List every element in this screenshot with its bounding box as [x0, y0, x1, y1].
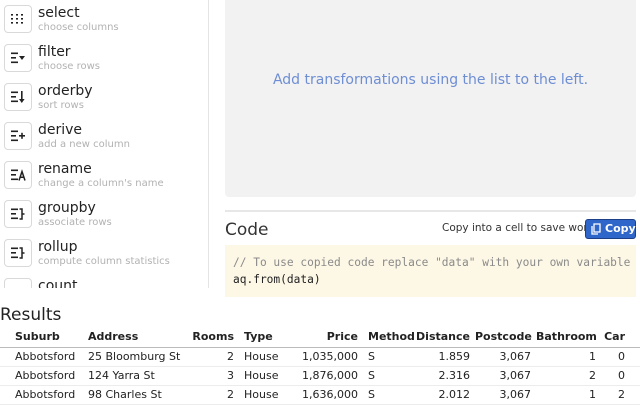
column-header-type[interactable]: Type: [244, 330, 273, 343]
column-header-postcode[interactable]: Postcode: [475, 330, 532, 343]
cell-rooms: 3: [227, 369, 234, 382]
cell-method: S: [368, 388, 375, 401]
column-header-price[interactable]: Price: [300, 330, 358, 343]
column-header-address[interactable]: Address: [88, 330, 138, 343]
cell-price: 1,035,000: [302, 350, 358, 363]
cell-type: House: [244, 350, 279, 363]
cell-distance: 2.316: [438, 369, 471, 382]
code-line: aq.from(data): [233, 273, 321, 286]
cell-distance: 2.012: [438, 388, 471, 401]
count-icon: [4, 278, 32, 288]
transformations-panel: Add transformations using the list to th…: [225, 0, 636, 197]
operation-name: groupby: [38, 200, 96, 216]
cell-rooms: 2: [227, 350, 234, 363]
cell-car: 0: [618, 369, 625, 382]
table-row: Abbotsford 25 Bloomburg St 2 House 1,035…: [0, 347, 640, 367]
operation-count[interactable]: count: [0, 273, 208, 288]
cell-type: House: [244, 388, 279, 401]
table-row: Abbotsford 124 Yarra St 3 House 1,876,00…: [0, 366, 640, 386]
operation-orderby[interactable]: orderby sort rows: [0, 78, 208, 117]
operation-rollup[interactable]: rollup compute column statistics: [0, 234, 208, 273]
table-header-row: Suburb Address Rooms Type Price Method D…: [0, 327, 640, 348]
filter-icon: [4, 44, 32, 72]
operation-name: count: [38, 278, 78, 288]
operation-description: change a column's name: [38, 178, 164, 189]
operation-name: select: [38, 5, 80, 21]
groupby-icon: [4, 200, 32, 228]
copy-icon: [590, 223, 603, 241]
copy-hint: Copy into a cell to save work: [442, 222, 594, 234]
cell-method: S: [368, 369, 375, 382]
operation-name: rollup: [38, 239, 78, 255]
operation-name: derive: [38, 122, 83, 138]
cell-type: House: [244, 369, 279, 382]
operation-groupby[interactable]: groupby associate rows: [0, 195, 208, 234]
cell-address: 98 Charles St: [88, 388, 162, 401]
column-header-suburb[interactable]: Suburb: [15, 330, 60, 343]
cell-car: 2: [618, 388, 625, 401]
cell-price: 1,876,000: [302, 369, 358, 382]
cell-address: 124 Yarra St: [88, 369, 155, 382]
operation-description: add a new column: [38, 139, 130, 150]
results-title: Results: [0, 305, 62, 325]
cell-price: 1,636,000: [302, 388, 358, 401]
column-header-distance[interactable]: Distance: [415, 330, 470, 343]
operation-description: choose rows: [38, 61, 101, 72]
cell-bathroom: 1: [589, 350, 596, 363]
cell-bathroom: 1: [589, 388, 596, 401]
copy-button[interactable]: Copy: [585, 219, 636, 239]
operations-list: select choose columns filter choose rows…: [0, 0, 209, 288]
cell-bathroom: 2: [589, 369, 596, 382]
rename-icon: [4, 161, 32, 189]
column-header-car[interactable]: Car: [600, 330, 625, 343]
operation-name: filter: [38, 44, 71, 60]
cell-address: 25 Bloomburg St: [88, 350, 181, 363]
cell-postcode: 3,067: [499, 369, 532, 382]
column-header-bathroom[interactable]: Bathroom: [536, 330, 597, 343]
cell-postcode: 3,067: [499, 350, 532, 363]
cell-rooms: 2: [227, 388, 234, 401]
cell-suburb: Abbotsford: [15, 388, 76, 401]
cell-method: S: [368, 350, 375, 363]
operation-name: rename: [38, 161, 92, 177]
code-section-title: Code: [225, 220, 269, 240]
cell-suburb: Abbotsford: [15, 350, 76, 363]
operation-description: sort rows: [38, 100, 84, 111]
operation-filter[interactable]: filter choose rows: [0, 39, 208, 78]
operation-select[interactable]: select choose columns: [0, 0, 208, 39]
code-block[interactable]: // To use copied code replace "data" wit…: [225, 245, 636, 297]
column-header-rooms[interactable]: Rooms: [190, 330, 234, 343]
cell-distance: 1.859: [438, 350, 471, 363]
transformations-placeholder: Add transformations using the list to th…: [272, 72, 589, 88]
select-columns-icon: [4, 5, 32, 33]
operation-description: choose columns: [38, 22, 119, 33]
operation-derive[interactable]: derive add a new column: [0, 117, 208, 156]
cell-postcode: 3,067: [499, 388, 532, 401]
table-row: Abbotsford 98 Charles St 2 House 1,636,0…: [0, 385, 640, 405]
cell-car: 0: [618, 350, 625, 363]
operation-rename[interactable]: rename change a column's name: [0, 156, 208, 195]
rollup-icon: [4, 239, 32, 267]
derive-icon: [4, 122, 32, 150]
code-comment: // To use copied code replace "data" wit…: [233, 256, 631, 269]
operation-name: orderby: [38, 83, 93, 99]
column-header-method[interactable]: Method: [368, 330, 415, 343]
section-divider: [225, 210, 636, 212]
cell-suburb: Abbotsford: [15, 369, 76, 382]
sort-icon: [4, 83, 32, 111]
copy-button-label: Copy: [605, 222, 636, 235]
operation-description: compute column statistics: [38, 256, 170, 267]
operation-description: associate rows: [38, 217, 112, 228]
